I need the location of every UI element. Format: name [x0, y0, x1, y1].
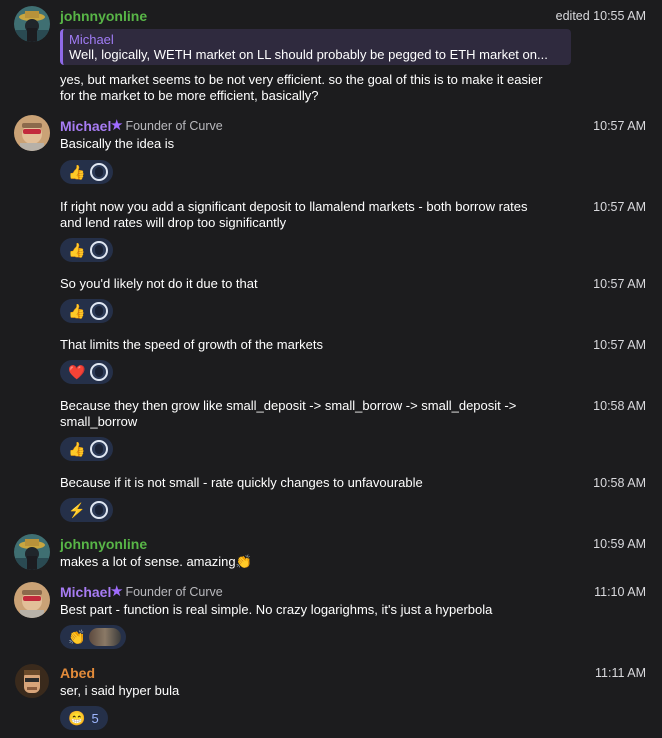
- avatar-abed[interactable]: [14, 663, 50, 699]
- message-time: 10:59 AM: [593, 537, 646, 551]
- message-time: 10:57 AM: [593, 119, 646, 133]
- reaction-pill[interactable]: 👍: [60, 238, 114, 262]
- message-time: 10:57 AM: [593, 277, 646, 291]
- badge-label: Founder of Curve: [125, 585, 223, 599]
- message-line: for the market to be more efficient, bas…: [60, 88, 319, 103]
- message-text: So you'd likely not do it due to that: [60, 276, 258, 291]
- message-text: That limits the speed of growth of the m…: [60, 337, 324, 352]
- reaction-pill[interactable]: ❤️: [60, 360, 114, 384]
- message-line: small_borrow: [60, 414, 138, 429]
- reactor-avatars: [89, 628, 122, 646]
- sender-name[interactable]: Michael: [60, 584, 111, 600]
- thumbs-up-icon: 👍: [68, 303, 86, 319]
- message-text: If right now you add a significant depos…: [60, 199, 560, 231]
- message-text: makes a lot of sense. amazing👏: [60, 554, 252, 569]
- message-text: Because they then grow like small_deposi…: [60, 398, 560, 430]
- reactor-avatar: [90, 440, 109, 458]
- reaction-pill[interactable]: 👍: [60, 299, 114, 323]
- avatar-michael[interactable]: [14, 115, 50, 151]
- reactor-avatar: [90, 363, 109, 381]
- message-time: 10:57 AM: [593, 338, 646, 352]
- sender-badge: ★ Founder of Curve: [110, 118, 223, 134]
- sender-name[interactable]: Abed: [60, 665, 95, 681]
- avatar-johnnyonline[interactable]: [14, 534, 50, 570]
- reply-sender: Michael: [69, 32, 114, 47]
- reaction-count: 5: [91, 710, 99, 726]
- message-time: 10:57 AM: [593, 200, 646, 214]
- message-time: 10:58 AM: [593, 399, 646, 413]
- reaction-pill[interactable]: 😁 5: [60, 706, 108, 730]
- heart-icon: ❤️: [68, 364, 86, 380]
- avatar-michael[interactable]: [14, 582, 50, 618]
- message-line: yes, but market seems to be not very eff…: [60, 72, 543, 87]
- message-text: Because if it is not small - rate quickl…: [60, 475, 423, 490]
- message-line: If right now you add a significant depos…: [60, 199, 528, 214]
- reactor-avatar: [90, 241, 109, 259]
- message-time: 11:10 AM: [594, 585, 646, 599]
- avatar-johnnyonline[interactable]: [14, 6, 50, 42]
- sender-name[interactable]: johnnyonline: [60, 536, 147, 552]
- star-icon: ★: [110, 583, 124, 600]
- message-line: and lend rates will drop too significant…: [60, 215, 287, 230]
- reply-preview[interactable]: Michael Well, logically, WETH market on …: [60, 29, 571, 65]
- lightning-icon: ⚡: [68, 502, 86, 518]
- sender-name[interactable]: Michael: [60, 118, 111, 134]
- message-time: 11:11 AM: [595, 666, 646, 680]
- reaction-pill[interactable]: 👏: [60, 625, 127, 649]
- sender-badge: ★ Founder of Curve: [110, 584, 223, 600]
- message-time: 10:58 AM: [593, 476, 646, 490]
- reactor-avatar: [90, 501, 109, 519]
- reaction-pill[interactable]: ⚡: [60, 498, 114, 522]
- message-text: Best part - function is real simple. No …: [60, 602, 493, 617]
- message-text: yes, but market seems to be not very eff…: [60, 72, 640, 104]
- message-line: Because they then grow like small_deposi…: [60, 398, 517, 413]
- message-text: ser, i said hyper bula: [60, 683, 180, 698]
- clapping-hands-icon: 👏: [68, 629, 86, 645]
- thumbs-up-icon: 👍: [68, 441, 86, 457]
- star-icon: ★: [110, 117, 124, 134]
- thumbs-up-icon: 👍: [68, 242, 86, 258]
- sender-name[interactable]: johnnyonline: [60, 8, 147, 24]
- thumbs-up-icon: 👍: [68, 164, 86, 180]
- reactor-avatar: [90, 302, 109, 320]
- badge-label: Founder of Curve: [125, 119, 223, 133]
- reactor-avatar: [90, 163, 109, 181]
- reaction-pill[interactable]: 👍: [60, 437, 114, 461]
- message-time: edited 10:55 AM: [555, 9, 646, 23]
- grinning-face-icon: 😁: [68, 710, 86, 726]
- message-text: Basically the idea is: [60, 136, 175, 151]
- reaction-pill[interactable]: 👍: [60, 160, 114, 184]
- reply-text: Well, logically, WETH market on LL shoul…: [69, 47, 548, 62]
